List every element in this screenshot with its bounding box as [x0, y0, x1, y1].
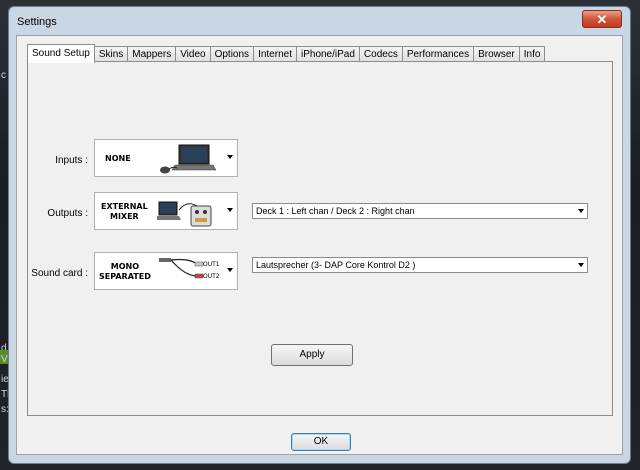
chevron-down-icon	[227, 208, 233, 212]
background-text: V	[1, 354, 8, 365]
out2-label: OUT2	[203, 273, 220, 280]
sound-card-device-selector[interactable]: MONO SEPARATED OUT1 OUT2	[94, 252, 238, 290]
chevron-down-icon	[578, 209, 584, 213]
background-text: c	[1, 70, 6, 81]
outputs-label: Outputs :	[47, 208, 88, 219]
apply-button[interactable]: Apply	[271, 344, 353, 366]
ok-button[interactable]: OK	[291, 433, 351, 451]
outputs-device-line1: EXTERNAL	[101, 202, 148, 211]
inputs-device-selector[interactable]: NONE	[94, 139, 238, 177]
settings-dialog: Settings ✕ Sound Setup Skins Mappers Vid…	[8, 6, 631, 464]
outputs-device-line2: MIXER	[109, 212, 139, 221]
sound-card-device-line2: SEPARATED	[99, 272, 151, 281]
close-icon: ✕	[596, 11, 608, 27]
sound-card-device-line1: MONO	[110, 262, 140, 271]
sound-card-value: Lautsprecher (3- DAP Core Kontrol D2 )	[256, 260, 416, 270]
window-title: Settings	[17, 16, 57, 28]
close-button[interactable]: ✕	[582, 10, 622, 28]
title-bar[interactable]: Settings ✕	[9, 7, 630, 35]
sound-card-device-name: MONO SEPARATED	[99, 262, 151, 282]
sound-card-label: Sound card :	[31, 268, 88, 279]
outputs-device-selector[interactable]: EXTERNAL MIXER	[94, 192, 238, 230]
tab-bar: Sound Setup Skins Mappers Video Options …	[27, 44, 546, 63]
chevron-down-icon	[578, 263, 584, 267]
output-channel-value: Deck 1 : Left chan / Deck 2 : Right chan	[256, 206, 415, 216]
inputs-device-name: NONE	[105, 154, 131, 163]
inputs-label: Inputs :	[55, 155, 88, 166]
sound-card-select[interactable]: Lautsprecher (3- DAP Core Kontrol D2 )	[252, 257, 588, 273]
tab-sound-setup[interactable]: Sound Setup	[27, 44, 95, 63]
outputs-device-name: EXTERNAL MIXER	[101, 202, 148, 222]
chevron-down-icon	[227, 268, 233, 272]
laptop-with-mouse-icon	[160, 144, 217, 174]
sound-setup-panel: Inputs : NONE Outputs : EXTERNAL MIXER D…	[27, 61, 613, 416]
out1-label: OUT1	[203, 261, 220, 268]
laptop-with-mixer-icon	[157, 201, 212, 227]
output-channel-select[interactable]: Deck 1 : Left chan / Deck 2 : Right chan	[252, 203, 588, 219]
chevron-down-icon	[227, 155, 233, 159]
dialog-client-area: Sound Setup Skins Mappers Video Options …	[16, 35, 623, 455]
